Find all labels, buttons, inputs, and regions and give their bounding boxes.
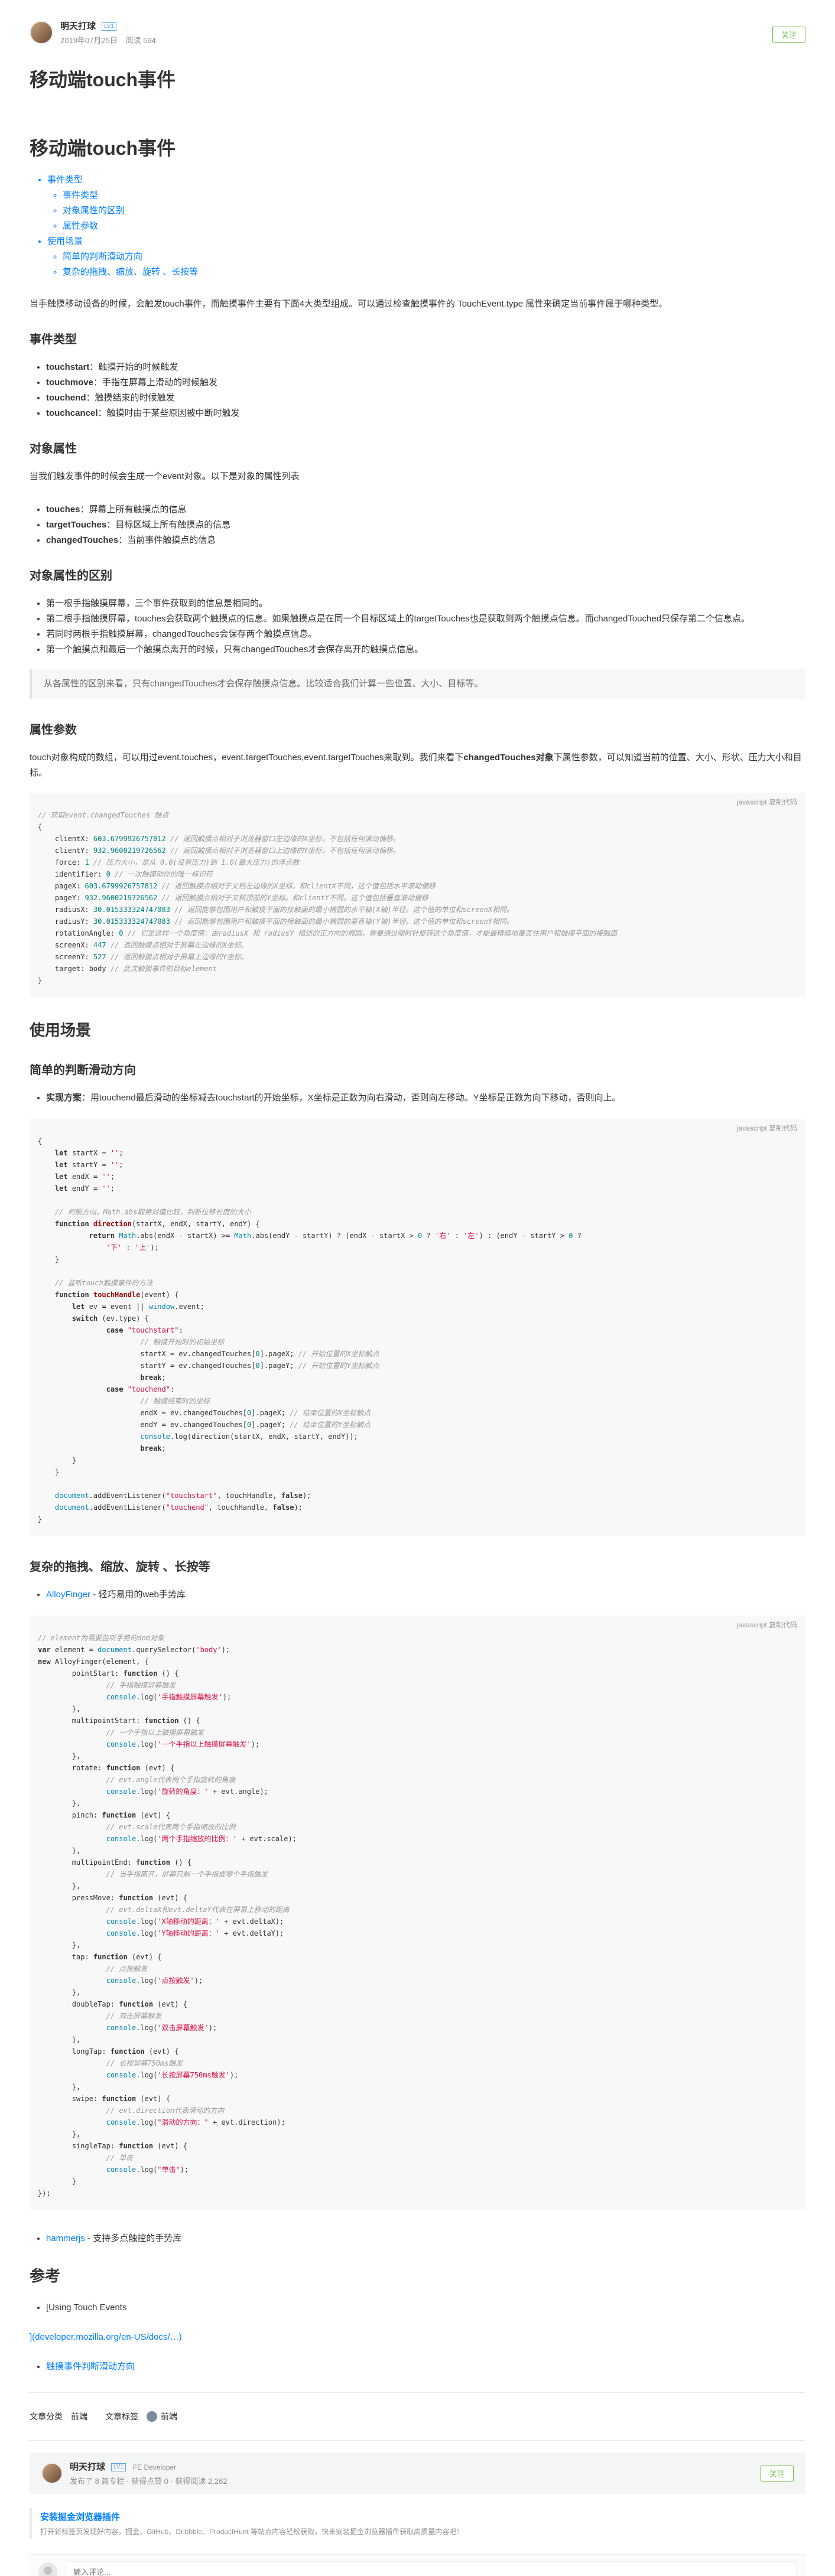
alloyfinger-link[interactable]: AlloyFinger xyxy=(46,1590,90,1600)
level-badge: LV1 xyxy=(111,2463,126,2472)
hammerjs-link[interactable]: hammerjs xyxy=(46,2233,85,2243)
card-stats: 发布了 8 篇专栏 · 获得点赞 0 · 获得阅读 2,262 xyxy=(70,2477,228,2486)
section-heading-complex: 复杂的拖拽、缩放、旋转 、长按等 xyxy=(30,1561,210,1574)
ref-link-mdn[interactable]: ](developer.mozilla.org/en-US/docs/…) xyxy=(30,2332,182,2342)
article-page: 明天打球 LV1 2019年07月25日 阅读 594 关注 移动端touch事… xyxy=(0,0,835,2576)
toc-item: 事件类型 xyxy=(63,188,805,203)
toc-item: 对象属性的区别 xyxy=(63,203,805,219)
toc-item: 事件类型 事件类型 对象属性的区别 属性参数 xyxy=(47,172,805,234)
toc-link-simple[interactable]: 简单的判断滑动方向 xyxy=(63,252,142,262)
author-name[interactable]: 明天打球 xyxy=(60,21,96,31)
author-info: 明天打球 LV1 2019年07月25日 阅读 594 xyxy=(60,19,156,45)
card-author-name[interactable]: 明天打球 xyxy=(70,2462,105,2472)
list-item: 若同时两根手指触摸屏幕，changedTouches会保存两个触摸点信息。 xyxy=(46,627,805,642)
list-item: AlloyFinger - 轻巧易用的web手势库 xyxy=(46,1587,805,1603)
toc-link-params[interactable]: 属性参数 xyxy=(63,221,98,231)
article-container: 明天打球 LV1 2019年07月25日 阅读 594 关注 移动端touch事… xyxy=(30,0,805,2576)
list-item: changedTouches：当前事件触摸点的信息 xyxy=(46,533,805,548)
extension-promo[interactable]: 安装掘金浏览器插件 打开新标签页发现好内容，掘金、GitHub、Dribbble… xyxy=(30,2508,805,2539)
user-avatar-icon xyxy=(38,2562,57,2576)
author-meta: 2019年07月25日 阅读 594 xyxy=(60,34,156,45)
ref-link-direction[interactable]: 触摸事件判断滑动方向 xyxy=(46,2362,135,2372)
section-heading-diff: 对象属性的区别 xyxy=(30,569,112,582)
hammer-list: hammerjs - 支持多点触控的手势库 xyxy=(46,2231,805,2246)
copy-code-button[interactable]: javascript 复制代码 xyxy=(737,796,797,808)
tag-link[interactable]: 前端 xyxy=(161,2411,177,2422)
list-item: 触摸事件判断滑动方向 xyxy=(46,2359,805,2375)
object-intro: 当我们触发事件的时候会生成一个event对象。以下是对象的属性列表 xyxy=(30,471,300,481)
article-heading: 移动端touch事件 xyxy=(30,138,176,159)
promo-desc: 打开新标签页发现好内容，掘金、GitHub、Dribbble、ProductHu… xyxy=(40,2528,464,2536)
toc-link-complex[interactable]: 复杂的拖拽、缩放、旋转 、长按等 xyxy=(63,267,198,277)
author-card: 明天打球 LV1 FE Developer 发布了 8 篇专栏 · 获得点赞 0… xyxy=(30,2453,805,2494)
section-heading-refs: 参考 xyxy=(30,2267,61,2285)
list-item: touchmove：手指在屏幕上滑动的时候触发 xyxy=(46,375,805,390)
list-item: 实现方案：用touchend最后滑动的坐标减去touchstart的开始坐标，X… xyxy=(46,1090,805,1106)
divider xyxy=(30,2440,805,2441)
code-block-direction: javascript 复制代码{ let startX = ''; let st… xyxy=(30,1119,805,1536)
blockquote: 从各属性的区别来看，只有changedTouches才会保存触摸点信息。比较适合… xyxy=(30,669,805,699)
list-item: touchstart：触摸开始的时候触发 xyxy=(46,360,805,375)
article-tags: 文章分类 前端 文章标签 前端 xyxy=(30,2411,805,2422)
list-item: touchcancel：触摸时由于某些原因被中断时触发 xyxy=(46,406,805,421)
list-item: touches：屏幕上所有触摸点的信息 xyxy=(46,502,805,517)
params-intro: touch对象构成的数组，可以用过event.touches，event.tar… xyxy=(30,753,802,778)
list-item: [Using Touch Events xyxy=(46,2300,805,2316)
complex-list: AlloyFinger - 轻巧易用的web手势库 xyxy=(46,1587,805,1603)
section-heading-scenes: 使用场景 xyxy=(30,1021,92,1039)
follow-button[interactable]: 关注 xyxy=(772,27,805,43)
comment-box xyxy=(30,2554,805,2576)
event-types-list: touchstart：触摸开始的时候触发 touchmove：手指在屏幕上滑动的… xyxy=(46,360,805,421)
list-item: 第一根手指触摸屏幕，三个事件获取到的信息是相同的。 xyxy=(46,596,805,611)
code-block-params: javascript 复制代码// 获取event.changedTouches… xyxy=(30,793,805,997)
section-heading-object: 对象属性 xyxy=(30,442,77,455)
toc-link-diff[interactable]: 对象属性的区别 xyxy=(63,206,125,216)
category-tag[interactable]: 前端 xyxy=(71,2411,87,2422)
card-author-title: FE Developer xyxy=(132,2463,177,2471)
read-count: 阅读 594 xyxy=(125,36,156,45)
toc-link-scenes[interactable]: 使用场景 xyxy=(47,236,83,246)
diff-list: 第一根手指触摸屏幕，三个事件获取到的信息是相同的。 第二根手指触摸屏幕，touc… xyxy=(46,596,805,657)
toc-link-event-types[interactable]: 事件类型 xyxy=(63,190,98,200)
section-heading-types: 事件类型 xyxy=(30,333,77,346)
level-badge: LV1 xyxy=(101,22,116,31)
toc-item: 简单的判断滑动方向 xyxy=(63,249,805,265)
divider xyxy=(30,2392,805,2393)
list-item: 第二根手指触摸屏幕，touches会获取两个触摸点的信息。如果触摸点是在同一个目… xyxy=(46,611,805,627)
author-bar: 明天打球 LV1 2019年07月25日 阅读 594 关注 xyxy=(30,0,805,47)
avatar[interactable] xyxy=(41,2463,63,2484)
card-follow-button[interactable]: 关注 xyxy=(760,2466,794,2481)
list-item: touchend：触摸结束的时候触发 xyxy=(46,390,805,406)
promo-title[interactable]: 安装掘金浏览器插件 xyxy=(40,2510,797,2523)
comment-input[interactable] xyxy=(66,2561,797,2576)
list-item: targetTouches：目标区域上所有触摸点的信息 xyxy=(46,517,805,533)
tag-label: 文章标签 xyxy=(105,2412,138,2421)
card-info: 明天打球 LV1 FE Developer 发布了 8 篇专栏 · 获得点赞 0… xyxy=(70,2460,228,2486)
copy-code-button[interactable]: javascript 复制代码 xyxy=(737,1619,797,1631)
code-block-alloyfinger: javascript 复制代码// element为需要监听手势的dom对象 v… xyxy=(30,1616,805,2210)
table-of-contents: 事件类型 事件类型 对象属性的区别 属性参数 使用场景 简单的判断滑动方向 复杂… xyxy=(47,172,805,280)
intro-paragraph: 当手触摸移动设备的时候，会触发touch事件，而触摸事件主要有下面4大类型组成。… xyxy=(30,299,668,309)
simple-list: 实现方案：用touchend最后滑动的坐标减去touchstart的开始坐标，X… xyxy=(46,1090,805,1106)
list-item: hammerjs - 支持多点触控的手势库 xyxy=(46,2231,805,2246)
refs-list: [Using Touch Events xyxy=(46,2300,805,2316)
page-title: 移动端touch事件 xyxy=(30,69,176,90)
section-heading-simple: 简单的判断滑动方向 xyxy=(30,1064,136,1077)
section-heading-params: 属性参数 xyxy=(30,724,77,737)
tag-icon xyxy=(147,2411,157,2422)
toc-item: 复杂的拖拽、缩放、旋转 、长按等 xyxy=(63,265,805,280)
avatar[interactable] xyxy=(30,21,53,44)
refs-list-2: 触摸事件判断滑动方向 xyxy=(46,2359,805,2375)
copy-code-button[interactable]: javascript 复制代码 xyxy=(737,1122,797,1134)
toc-item: 属性参数 xyxy=(63,219,805,234)
list-item: 第一个触摸点和最后一个触摸点离开的时候，只有changedTouches才会保存… xyxy=(46,642,805,657)
publish-date: 2019年07月25日 xyxy=(60,36,118,45)
toc-item: 使用场景 简单的判断滑动方向 复杂的拖拽、缩放、旋转 、长按等 xyxy=(47,234,805,280)
category-label: 文章分类 xyxy=(30,2412,63,2421)
toc-link-events[interactable]: 事件类型 xyxy=(47,175,83,185)
object-props-list: touches：屏幕上所有触摸点的信息 targetTouches：目标区域上所… xyxy=(46,502,805,548)
